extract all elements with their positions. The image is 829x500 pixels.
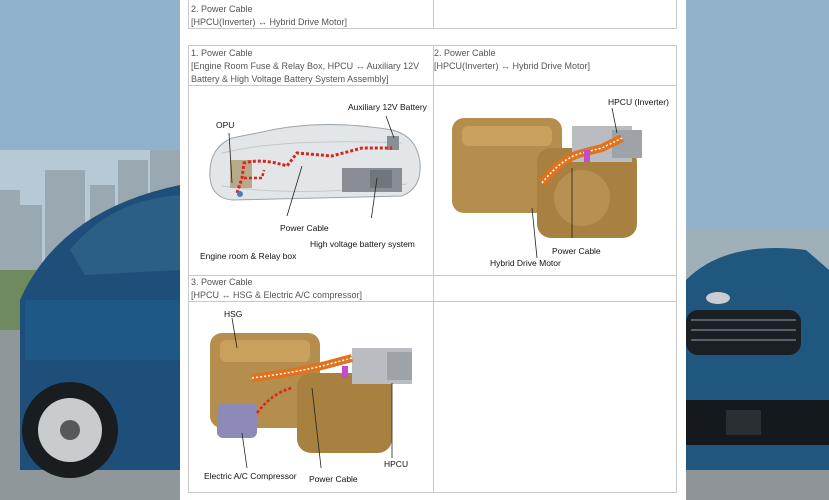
table-cell-4-image [433,301,677,493]
label-power-cable-2: Power Cable [552,246,601,256]
label-opu: OPU [216,120,235,130]
label-engine-room: Engine room & Relay box [200,251,297,261]
top-row-cell-right [433,0,677,29]
background-car-left [0,0,180,500]
label-power-cable-1: Power Cable [280,223,329,233]
label-hv-battery: High voltage battery system [310,239,415,249]
cell2-text: 2. Power Cable [HPCU(Inverter) ↔ Hybrid … [434,47,590,73]
background-car-right [686,0,829,500]
top-row-title: 2. Power Cable [191,4,253,14]
top-row-text: 2. Power Cable [HPCU(Inverter) ↔ Hybrid … [191,3,347,29]
label-hsg: HSG [224,309,243,319]
diagram-hpcu-motor [452,108,642,258]
cell2-line2: [HPCU(Inverter) ↔ Hybrid Drive Motor] [434,61,591,71]
label-ac-compressor: Electric A/C Compressor [204,471,297,481]
cell1-text: 1. Power Cable [Engine Room Fuse & Relay… [191,47,419,86]
cell1-line3: Battery & High Voltage Battery System As… [191,74,389,84]
cell1-title: 1. Power Cable [191,48,253,58]
document-page: 2. Power Cable [HPCU(Inverter) ↔ Hybrid … [180,0,686,500]
label-hpcu: HPCU [384,459,409,469]
top-row-subtitle: [HPCU(Inverter) ↔ Hybrid Drive Motor] [191,17,348,27]
label-hpcu-inverter: HPCU (Inverter) [608,97,669,107]
cell3-title: 3. Power Cable [191,277,253,287]
label-hybrid-drive-motor: Hybrid Drive Motor [490,258,561,268]
cell3-line2: [HPCU ↔ HSG & Electric A/C compressor] [191,290,363,300]
cell3-text: 3. Power Cable [HPCU ↔ HSG & Electric A/… [191,276,362,302]
cell1-line2: [Engine Room Fuse & Relay Box, HPCU ↔ Au… [191,61,420,71]
label-aux-battery: Auxiliary 12V Battery [348,102,427,112]
table-cell-4-header [433,275,677,302]
label-power-cable-3: Power Cable [309,474,358,484]
diagram-hsg-compressor [210,318,412,468]
cell2-title: 2. Power Cable [434,48,496,58]
diagram-vehicle-layout [209,115,421,218]
